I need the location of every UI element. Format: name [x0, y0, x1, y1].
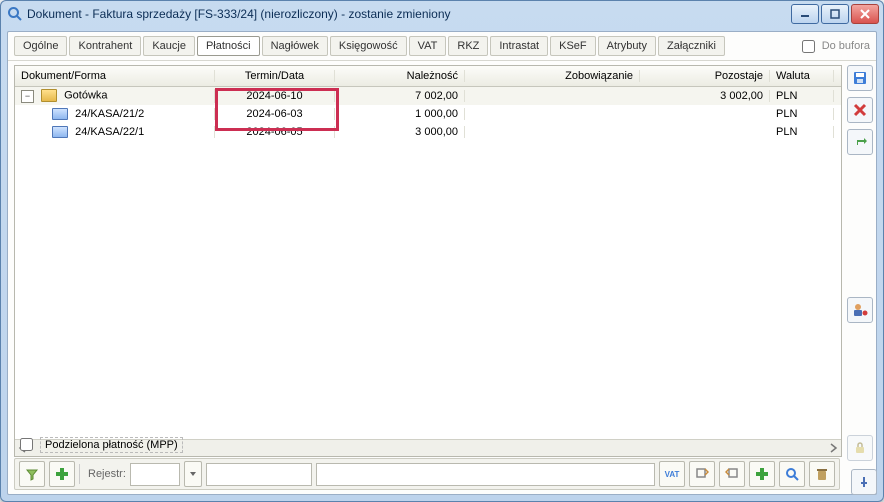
link-out-button[interactable] — [689, 461, 715, 487]
grid-body: − Gotówka 2024-06-10 7 002,00 3 002,00 P… — [15, 87, 841, 439]
refresh-button[interactable] — [847, 129, 873, 155]
vat-button[interactable]: VAT — [659, 461, 685, 487]
group-label: Gotówka — [64, 90, 107, 102]
rejestr-dropdown[interactable] — [184, 461, 202, 487]
do-bufora-input[interactable] — [802, 40, 815, 53]
magnifier-icon — [7, 6, 23, 22]
table-row[interactable]: 24/KASA/22/1 2024-06-05 3 000,00 PLN — [15, 123, 841, 141]
tab-ogolne[interactable]: Ogólne — [14, 36, 67, 56]
tab-naglowek[interactable]: Nagłówek — [262, 36, 328, 56]
row-amount: 1 000,00 — [335, 108, 465, 120]
bottom-toolbar: Rejestr: VAT — [14, 458, 840, 490]
link-in-button[interactable] — [719, 461, 745, 487]
trash-button[interactable] — [809, 461, 835, 487]
app-window: Dokument - Faktura sprzedaży [FS-333/24]… — [0, 0, 884, 502]
mpp-checkbox[interactable]: Podzielona płatność (MPP) — [16, 435, 840, 454]
add-button[interactable] — [749, 461, 775, 487]
tab-intrastat[interactable]: Intrastat — [490, 36, 548, 56]
close-button[interactable] — [851, 4, 879, 24]
filter-input-2[interactable] — [316, 463, 655, 486]
lock-button[interactable] — [847, 435, 873, 461]
col-naleznosc[interactable]: Należność — [335, 70, 465, 82]
tab-rkz[interactable]: RKZ — [448, 36, 488, 56]
folder-icon — [41, 89, 57, 102]
tree-collapse-icon[interactable]: − — [21, 90, 34, 103]
tab-platnosci[interactable]: Płatności — [197, 36, 260, 56]
col-pozostaje[interactable]: Pozostaje — [640, 70, 770, 82]
tab-zalaczniki[interactable]: Załączniki — [658, 36, 725, 56]
row-label: 24/KASA/21/2 — [75, 108, 144, 120]
client-area: Ogólne Kontrahent Kaucje Płatności Nagłó… — [7, 31, 877, 495]
group-date: 2024-06-10 — [215, 90, 335, 102]
table-row[interactable]: 24/KASA/21/2 2024-06-03 1 000,00 PLN — [15, 105, 841, 123]
row-currency: PLN — [770, 126, 834, 138]
group-amount: 7 002,00 — [335, 90, 465, 102]
delete-button[interactable] — [847, 97, 873, 123]
add-filter-button[interactable] — [49, 461, 75, 487]
do-bufora-label: Do bufora — [822, 40, 870, 52]
row-currency: PLN — [770, 108, 834, 120]
tab-ksef[interactable]: KSeF — [550, 36, 596, 56]
row-date: 2024-06-05 — [215, 126, 335, 138]
minimize-button[interactable] — [791, 4, 819, 24]
grid-header: Dokument/Forma Termin/Data Należność Zob… — [15, 66, 841, 87]
footer: Podzielona płatność (MPP) Rejestr: VAT — [14, 433, 840, 490]
rejestr-input[interactable] — [130, 463, 180, 486]
filter-input-1[interactable] — [206, 463, 312, 486]
col-waluta[interactable]: Waluta — [770, 70, 834, 82]
tab-ksiegowosc[interactable]: Księgowość — [330, 36, 407, 56]
tab-kontrahent[interactable]: Kontrahent — [69, 36, 141, 56]
payments-grid[interactable]: Dokument/Forma Termin/Data Należność Zob… — [14, 65, 842, 457]
tab-atrybuty[interactable]: Atrybuty — [598, 36, 656, 56]
col-termin[interactable]: Termin/Data — [215, 70, 335, 82]
contact-button[interactable] — [847, 297, 873, 323]
tab-bar: Ogólne Kontrahent Kaucje Płatności Nagłó… — [8, 32, 876, 61]
maximize-button[interactable] — [821, 4, 849, 24]
col-dokument[interactable]: Dokument/Forma — [15, 70, 215, 82]
row-date: 2024-06-03 — [215, 108, 335, 120]
col-zobowiazanie[interactable]: Zobowiązanie — [465, 70, 640, 82]
tab-vat[interactable]: VAT — [409, 36, 447, 56]
save-button[interactable] — [847, 65, 873, 91]
side-toolbar — [844, 61, 876, 461]
titlebar: Dokument - Faktura sprzedaży [FS-333/24]… — [1, 1, 883, 27]
payment-icon — [52, 126, 68, 138]
mpp-input[interactable] — [20, 438, 33, 451]
search-button[interactable] — [779, 461, 805, 487]
row-amount: 3 000,00 — [335, 126, 465, 138]
group-currency: PLN — [770, 90, 834, 102]
rejestr-label: Rejestr: — [88, 468, 126, 480]
pin-button[interactable] — [851, 469, 877, 495]
payment-icon — [52, 108, 68, 120]
window-title: Dokument - Faktura sprzedaży [FS-333/24]… — [27, 7, 791, 21]
row-label: 24/KASA/22/1 — [75, 126, 144, 138]
tab-kaucje[interactable]: Kaucje — [143, 36, 195, 56]
group-row[interactable]: − Gotówka 2024-06-10 7 002,00 3 002,00 P… — [15, 87, 841, 105]
group-remaining: 3 002,00 — [640, 90, 770, 102]
filter-button[interactable] — [19, 461, 45, 487]
do-bufora-checkbox[interactable]: Do bufora — [798, 37, 870, 56]
mpp-label: Podzielona płatność (MPP) — [40, 437, 183, 453]
